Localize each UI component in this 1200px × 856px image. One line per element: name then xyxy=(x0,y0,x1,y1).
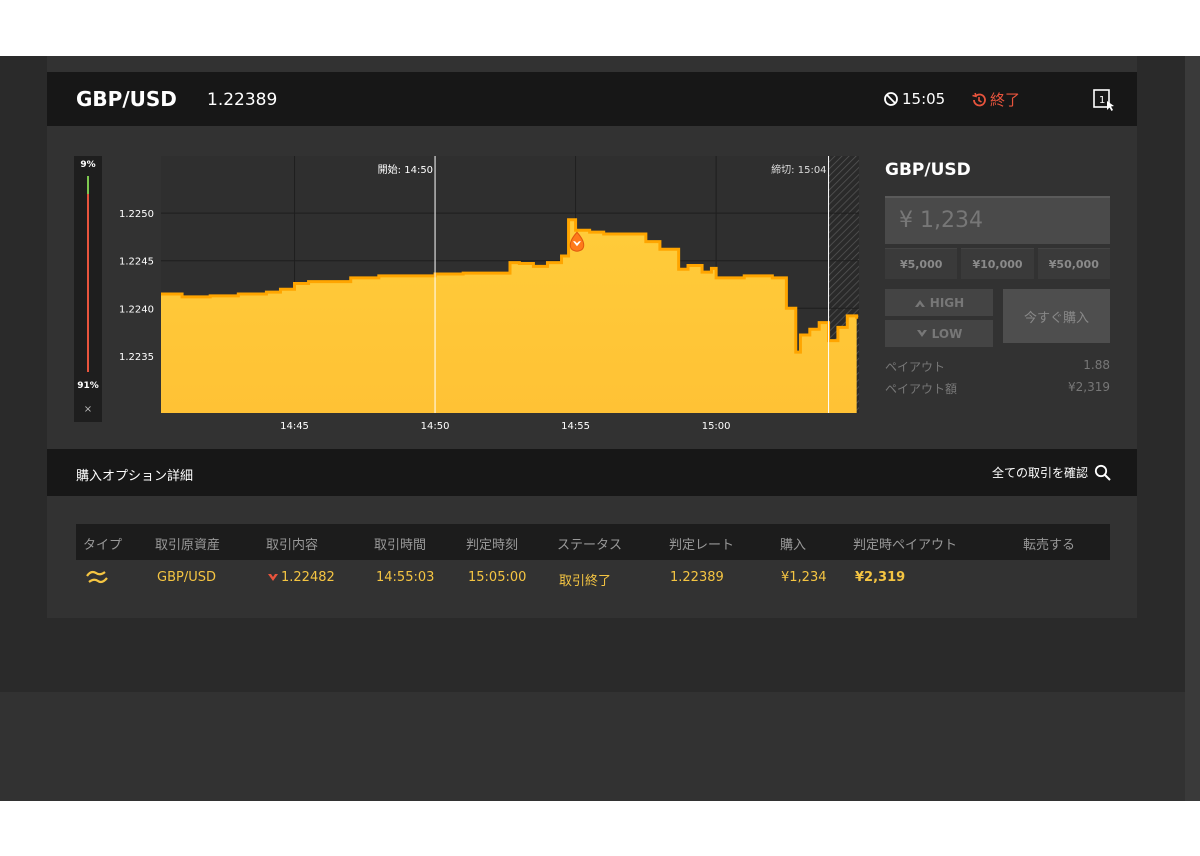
pair-title: GBP/USD xyxy=(76,87,177,111)
details-table-header: タイプ 取引原資産 取引内容 取引時間 判定時刻 ステータス 判定レート 購入 … xyxy=(76,524,1110,560)
row-payout: ¥2,319 xyxy=(855,570,906,585)
x-tick-label: 14:45 xyxy=(280,421,309,432)
high-button[interactable]: HIGH xyxy=(885,289,993,316)
details-header: 購入オプション詳細 全ての取引を確認 xyxy=(47,449,1137,496)
payout-amount-row: ペイアウト額 ¥2,319 xyxy=(885,380,1110,397)
high-label: HIGH xyxy=(929,295,965,310)
amount-input[interactable]: ¥ 1,234 xyxy=(885,196,1110,244)
low-button[interactable]: LOW xyxy=(885,320,993,347)
low-label: LOW xyxy=(931,326,963,341)
row-asset: GBP/USD xyxy=(157,570,216,585)
buy-now-button[interactable]: 今すぐ購入 xyxy=(1003,289,1110,343)
y-tick-label: 1.2240 xyxy=(119,304,154,315)
row-purchase: ¥1,234 xyxy=(781,570,827,585)
payout-label: ペイアウト xyxy=(885,360,946,374)
expiry-time: 15:05 xyxy=(902,90,946,108)
start-label: 開始: 14:50 xyxy=(378,163,433,176)
high-percent: 9% xyxy=(80,160,96,170)
low-bar xyxy=(87,194,89,372)
all-trades-label: 全ての取引を確認 xyxy=(991,466,1088,480)
popout-icon[interactable]: 1 xyxy=(1093,89,1115,111)
col-asset: 取引原資産 xyxy=(155,538,221,553)
row-status: 取引終了 xyxy=(559,574,612,589)
row-judge-time: 15:05:00 xyxy=(468,570,527,585)
low-icon xyxy=(916,329,927,337)
details-title: 購入オプション詳細 xyxy=(76,469,194,484)
high-bar xyxy=(87,176,89,194)
current-rate: 1.22389 xyxy=(207,90,278,110)
sentiment-gauge: 9% 91% × xyxy=(74,156,102,422)
history-icon xyxy=(972,92,986,106)
col-judge-time: 判定時刻 xyxy=(466,538,519,553)
y-tick-label: 1.2245 xyxy=(119,257,154,268)
payout-amount-label: ペイアウト額 xyxy=(885,382,958,396)
col-trade-time: 取引時間 xyxy=(374,538,427,553)
y-tick-label: 1.2235 xyxy=(119,352,154,363)
lower-area xyxy=(0,692,1185,801)
price-chart: 開始: 14:50 締切: 15:04 1.2250 1.2245 1.2240 1.22… xyxy=(105,150,865,440)
low-percent: 91% xyxy=(77,381,99,391)
payout-value: 1.88 xyxy=(1083,358,1110,372)
row-judge-rate: 1.22389 xyxy=(670,570,724,585)
high-icon xyxy=(914,299,925,307)
expiry-timer: 15:05 xyxy=(883,90,945,108)
table-row[interactable]: GBP/USD 1.22482 14:55:03 15:05:00 取引終了 1… xyxy=(76,560,1110,596)
search-icon xyxy=(1094,464,1111,481)
ban-icon xyxy=(884,92,898,106)
col-purchase: 購入 xyxy=(780,538,807,553)
payout-amount-value: ¥2,319 xyxy=(1068,380,1110,394)
col-type: タイプ xyxy=(83,538,123,553)
x-tick-label: 14:55 xyxy=(561,421,590,432)
trade-box: GBP/USD ¥ 1,234 ¥5,000 ¥10,000 ¥50,000 H… xyxy=(885,160,1110,396)
exchange-icon xyxy=(86,570,108,584)
end-label: 締切: 15:04 xyxy=(771,163,826,176)
quick-amounts: ¥5,000 ¥10,000 ¥50,000 xyxy=(885,248,1110,279)
row-content-rate: 1.22482 xyxy=(281,570,335,585)
x-tick-label: 14:50 xyxy=(421,421,450,432)
quick-amount-5000[interactable]: ¥5,000 xyxy=(885,248,958,279)
scrollbar-track[interactable] xyxy=(1185,56,1200,801)
quick-amount-10000[interactable]: ¥10,000 xyxy=(961,248,1034,279)
low-direction-icon xyxy=(268,574,278,581)
svg-text:1: 1 xyxy=(1099,95,1105,106)
quick-amount-50000[interactable]: ¥50,000 xyxy=(1037,248,1110,279)
x-tick-label: 15:00 xyxy=(702,421,731,432)
col-status: ステータス xyxy=(557,538,623,553)
header-bar: GBP/USD 1.22389 15:05 終了 1 xyxy=(47,72,1137,126)
col-payout: 判定時ペイアウト xyxy=(853,538,958,553)
trade-status-label: 終了 xyxy=(990,91,1021,109)
col-content: 取引内容 xyxy=(266,538,319,553)
col-resell: 転売する xyxy=(1023,538,1076,553)
trade-pair: GBP/USD xyxy=(885,160,971,180)
y-tick-label: 1.2250 xyxy=(119,209,154,220)
trade-status: 終了 xyxy=(971,89,1020,110)
row-trade-time: 14:55:03 xyxy=(376,570,435,585)
gauge-close-button[interactable]: × xyxy=(74,404,102,415)
payout-row: ペイアウト 1.88 xyxy=(885,358,1110,375)
row-content: 1.22482 xyxy=(268,570,335,585)
price-chart-svg: 開始: 14:50 締切: 15:04 1.2250 1.2245 1.2240 1.22… xyxy=(119,156,859,432)
col-judge-rate: 判定レート xyxy=(669,538,735,553)
all-trades-link[interactable]: 全ての取引を確認 xyxy=(992,464,1111,481)
